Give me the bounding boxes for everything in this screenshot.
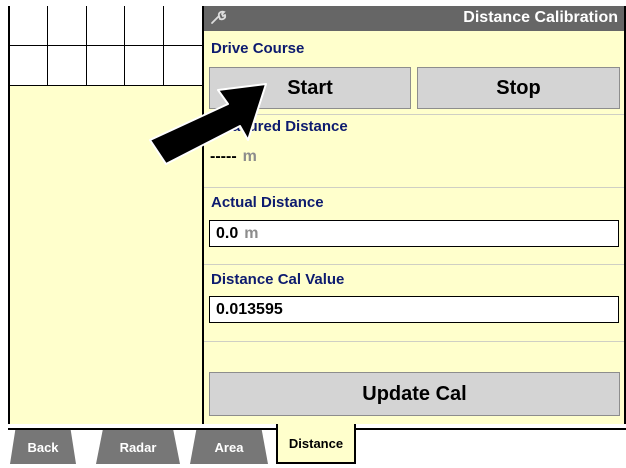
divider <box>204 264 624 265</box>
grid-cell[interactable] <box>10 6 49 46</box>
tab-back-label: Back <box>27 439 59 455</box>
tab-bar: Back Radar Area Distance <box>0 424 626 468</box>
stop-button[interactable]: Stop <box>417 67 620 109</box>
divider <box>204 187 624 188</box>
tab-back[interactable]: Back <box>10 430 76 464</box>
start-button-label: Start <box>287 76 333 99</box>
grid-cell[interactable] <box>86 6 126 46</box>
divider <box>204 341 624 342</box>
pointer-arrow-icon <box>149 83 267 165</box>
actual-distance-value: 0.0 <box>216 225 239 242</box>
grid-cell[interactable] <box>163 6 202 46</box>
stop-button-label: Stop <box>496 76 541 99</box>
distance-cal-value: 0.013595 <box>216 301 283 318</box>
actual-distance-unit: m <box>244 225 259 242</box>
actual-distance-field[interactable]: 0.0 m <box>209 220 619 247</box>
tab-area[interactable]: Area <box>190 430 268 464</box>
distance-cal-value-label: Distance Cal Value <box>211 271 345 288</box>
drive-course-label: Drive Course <box>211 40 305 57</box>
update-cal-label: Update Cal <box>362 382 467 405</box>
panel-title: Distance Calibration <box>463 9 618 26</box>
distance-cal-value-field[interactable]: 0.013595 <box>209 296 619 323</box>
tab-radar[interactable]: Radar <box>96 430 180 464</box>
grid-cell[interactable] <box>10 46 49 86</box>
grid-cell[interactable] <box>163 46 202 86</box>
grid-cell[interactable] <box>48 6 87 46</box>
update-cal-button[interactable]: Update Cal <box>209 372 620 416</box>
grid-cell[interactable] <box>48 46 87 86</box>
grid-cell[interactable] <box>86 46 126 86</box>
title-bar: Distance Calibration <box>204 6 624 31</box>
screen: Distance Calibration Drive Course Start … <box>0 0 626 468</box>
grid-cell[interactable] <box>125 46 164 86</box>
grid-area <box>10 6 202 86</box>
left-panel <box>8 6 204 424</box>
actual-distance-label: Actual Distance <box>211 194 324 211</box>
calibration-panel: Distance Calibration Drive Course Start … <box>204 6 626 424</box>
tab-distance-label: Distance <box>288 435 344 451</box>
tab-distance[interactable]: Distance <box>276 424 356 464</box>
grid-cell[interactable] <box>125 6 164 46</box>
tab-radar-label: Radar <box>119 439 157 455</box>
wrench-icon <box>210 10 228 26</box>
tab-area-label: Area <box>214 439 244 455</box>
